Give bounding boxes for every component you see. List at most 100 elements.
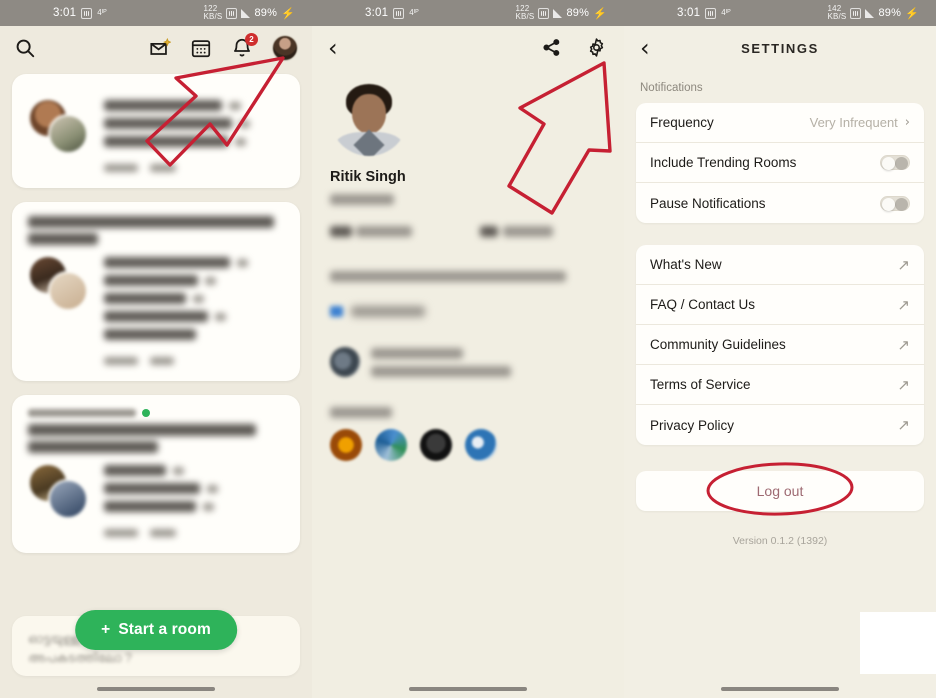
topbar-actions: 2 bbox=[149, 33, 298, 61]
notifications-section-label: Notifications bbox=[640, 82, 703, 94]
search-icon[interactable] bbox=[14, 37, 36, 59]
status-bar: 3:01 4ᴵᴾ 142 KB/S 89% ⚡ bbox=[624, 0, 936, 26]
row-label: Include Trending Rooms bbox=[650, 155, 797, 170]
card-meta bbox=[104, 357, 284, 365]
bolt-icon: ⚡ bbox=[281, 7, 295, 20]
avatar bbox=[48, 479, 88, 519]
app-icon-2: 4ᴵᴾ bbox=[721, 7, 731, 17]
gear-icon[interactable] bbox=[586, 37, 608, 59]
logout-label: Log out bbox=[756, 483, 804, 499]
profile-twitter[interactable] bbox=[330, 306, 624, 317]
bottom-card-line-2: അപകടത്തിലോ ? bbox=[28, 650, 132, 665]
status-bar-left: 3:01 4ᴵᴾ bbox=[365, 7, 419, 19]
home-indicator bbox=[97, 687, 215, 691]
version-label: Version 0.1.2 (1392) bbox=[732, 535, 828, 547]
profile-screen: 3:01 4ᴵᴾ 122 KB/S 89% ⚡ ‹ Ritik Singh bbox=[312, 0, 624, 698]
member-of-label bbox=[330, 407, 624, 418]
toggle-include-trending-rooms[interactable] bbox=[880, 155, 910, 170]
list-item bbox=[104, 483, 284, 494]
bolt-icon: ⚡ bbox=[905, 7, 919, 20]
status-bar-right: 142 KB/S 89% ⚡ bbox=[827, 3, 919, 22]
status-bar-right: 122 KB/S 89% ⚡ bbox=[515, 3, 607, 22]
links-group: What's New ↗ FAQ / Contact Us ↗ Communit… bbox=[636, 245, 924, 445]
share-icon[interactable] bbox=[541, 37, 563, 59]
card-title bbox=[28, 216, 284, 245]
profile-avatar[interactable] bbox=[330, 78, 408, 156]
invite-envelope-icon[interactable] bbox=[149, 37, 172, 59]
card-meta bbox=[104, 529, 284, 537]
feed-card[interactable] bbox=[12, 74, 300, 188]
feed-card[interactable] bbox=[12, 202, 300, 381]
calendar-icon[interactable] bbox=[190, 37, 212, 59]
row-label: What's New bbox=[650, 257, 722, 272]
status-bar-left: 3:01 4ᴵᴾ bbox=[677, 7, 731, 19]
external-link-icon: ↗ bbox=[897, 335, 910, 354]
card-meta bbox=[104, 164, 284, 172]
club-avatar[interactable] bbox=[330, 429, 362, 461]
list-item bbox=[104, 465, 284, 476]
start-room-button[interactable]: + Start a room bbox=[75, 610, 237, 650]
signal-icon bbox=[553, 8, 563, 18]
status-time: 3:01 bbox=[677, 7, 701, 19]
signal-icon bbox=[241, 8, 251, 18]
status-bar-right: 122 KB/S 89% ⚡ bbox=[203, 4, 295, 22]
card-body bbox=[28, 255, 284, 365]
data-rate-icon: 142 KB/S bbox=[827, 3, 847, 21]
app-icon-1 bbox=[393, 7, 405, 19]
settings-row-faq-contact[interactable]: FAQ / Contact Us ↗ bbox=[636, 285, 924, 325]
status-bar: 3:01 4ᴵᴾ 122 KB/S 89% ⚡ bbox=[312, 0, 624, 26]
toggle-pause-notifications[interactable] bbox=[880, 195, 910, 211]
profile-display-name: Ritik Singh bbox=[330, 169, 406, 185]
settings-row-privacy-policy[interactable]: Privacy Policy ↗ bbox=[636, 405, 924, 445]
settings-row-whats-new[interactable]: What's New ↗ bbox=[636, 245, 924, 285]
home-indicator bbox=[409, 687, 527, 691]
external-link-icon: ↗ bbox=[897, 375, 910, 394]
speaker-avatars bbox=[28, 98, 90, 156]
page-title: SETTINGS bbox=[741, 40, 819, 56]
external-link-icon: ↗ bbox=[897, 416, 910, 434]
back-button[interactable]: ‹ bbox=[328, 36, 338, 60]
club-avatar[interactable] bbox=[420, 429, 452, 461]
list-item bbox=[104, 118, 284, 129]
club-avatar[interactable] bbox=[465, 429, 497, 461]
club-avatar[interactable] bbox=[375, 429, 407, 461]
profile-avatar-topbar[interactable] bbox=[272, 35, 298, 61]
following-stat[interactable] bbox=[480, 223, 553, 241]
settings-row-community-guidelines[interactable]: Community Guidelines ↗ bbox=[636, 325, 924, 365]
row-label: Privacy Policy bbox=[650, 417, 735, 433]
bell-icon[interactable]: 2 bbox=[231, 33, 258, 59]
profile-actions bbox=[541, 37, 608, 59]
home-indicator bbox=[721, 687, 839, 691]
settings-row-trending-rooms[interactable]: Include Trending Rooms bbox=[636, 143, 924, 183]
status-bar-left: 3:01 4ᴵᴾ bbox=[53, 7, 107, 19]
settings-row-frequency[interactable]: Frequency Very Infrequent › bbox=[636, 103, 924, 143]
list-item bbox=[104, 501, 284, 512]
followers-stat[interactable] bbox=[330, 223, 413, 241]
row-label: FAQ / Contact Us bbox=[650, 297, 756, 312]
card-title bbox=[28, 424, 284, 453]
battery-percent: 89% bbox=[878, 7, 902, 19]
live-dot-icon bbox=[142, 409, 150, 417]
white-overlay-block bbox=[860, 612, 936, 674]
data-rate-icon: 122 KB/S bbox=[515, 3, 535, 21]
three-phone-screenshots: 3:01 4ᴵᴾ 122 KB/S 89% ⚡ 2 ഓട്ടയുള്ള അപകട… bbox=[0, 0, 936, 698]
status-time: 3:01 bbox=[53, 7, 77, 19]
row-label: Community Guidelines bbox=[650, 337, 786, 352]
feed-card[interactable] bbox=[12, 395, 300, 553]
avatar bbox=[48, 271, 88, 311]
app-icon-1 bbox=[81, 7, 93, 19]
speaker-avatars bbox=[28, 255, 90, 313]
profile-topbar: ‹ bbox=[312, 26, 624, 70]
avatar-face bbox=[352, 94, 386, 134]
list-item bbox=[104, 311, 284, 322]
speaker-names bbox=[104, 463, 284, 537]
nominator-avatar bbox=[330, 347, 360, 377]
logout-button[interactable]: Log out bbox=[636, 471, 924, 511]
settings-row-terms-of-service[interactable]: Terms of Service ↗ bbox=[636, 365, 924, 405]
profile-join-info bbox=[330, 347, 624, 377]
speaker-names bbox=[104, 98, 284, 172]
app-icon-1 bbox=[705, 7, 717, 19]
settings-row-pause-notifications[interactable]: Pause Notifications bbox=[636, 183, 924, 223]
wifi-icon bbox=[226, 7, 238, 19]
feed-topbar: 2 bbox=[0, 26, 312, 70]
